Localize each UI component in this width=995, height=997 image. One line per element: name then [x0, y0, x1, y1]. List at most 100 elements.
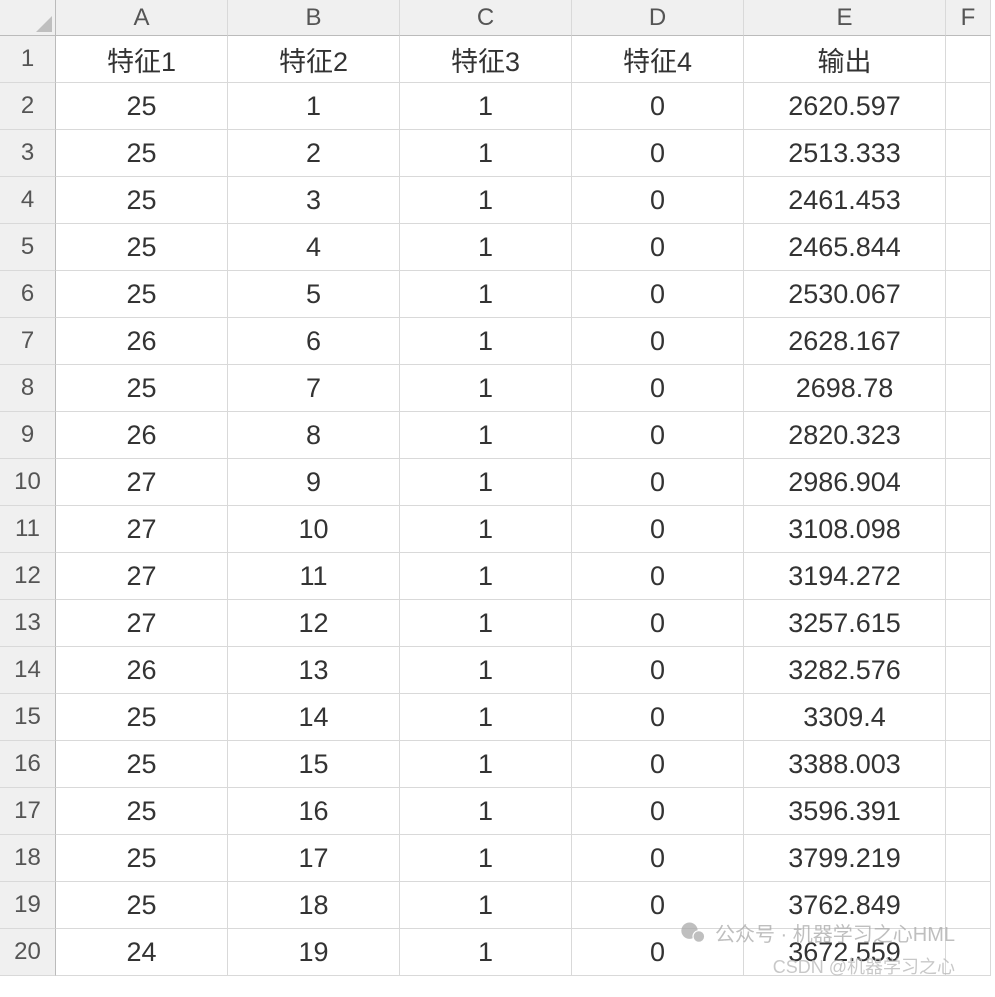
cell-E20[interactable]: 3672.559	[744, 929, 946, 976]
cell-E13[interactable]: 3257.615	[744, 600, 946, 647]
cell-A11[interactable]: 27	[56, 506, 228, 553]
cell-C14[interactable]: 1	[400, 647, 572, 694]
cell-A1[interactable]: 特征1	[56, 36, 228, 83]
column-header-B[interactable]: B	[228, 0, 400, 36]
cell-B10[interactable]: 9	[228, 459, 400, 506]
cell-C8[interactable]: 1	[400, 365, 572, 412]
cell-D4[interactable]: 0	[572, 177, 744, 224]
cell-B14[interactable]: 13	[228, 647, 400, 694]
cell-B3[interactable]: 2	[228, 130, 400, 177]
cell-C6[interactable]: 1	[400, 271, 572, 318]
cell-B7[interactable]: 6	[228, 318, 400, 365]
cell-A9[interactable]: 26	[56, 412, 228, 459]
cell-A12[interactable]: 27	[56, 553, 228, 600]
cell-F10[interactable]	[946, 459, 991, 506]
cell-E14[interactable]: 3282.576	[744, 647, 946, 694]
cell-A15[interactable]: 25	[56, 694, 228, 741]
cell-E7[interactable]: 2628.167	[744, 318, 946, 365]
cell-A6[interactable]: 25	[56, 271, 228, 318]
cell-F2[interactable]	[946, 83, 991, 130]
cell-D11[interactable]: 0	[572, 506, 744, 553]
cell-D14[interactable]: 0	[572, 647, 744, 694]
cell-A2[interactable]: 25	[56, 83, 228, 130]
cell-D13[interactable]: 0	[572, 600, 744, 647]
cell-C2[interactable]: 1	[400, 83, 572, 130]
cell-F11[interactable]	[946, 506, 991, 553]
row-header-7[interactable]: 7	[0, 318, 56, 365]
cell-E4[interactable]: 2461.453	[744, 177, 946, 224]
cell-E12[interactable]: 3194.272	[744, 553, 946, 600]
cell-F20[interactable]	[946, 929, 991, 976]
cell-C12[interactable]: 1	[400, 553, 572, 600]
cell-A16[interactable]: 25	[56, 741, 228, 788]
row-header-9[interactable]: 9	[0, 412, 56, 459]
cell-C17[interactable]: 1	[400, 788, 572, 835]
column-header-C[interactable]: C	[400, 0, 572, 36]
cell-F12[interactable]	[946, 553, 991, 600]
cell-A20[interactable]: 24	[56, 929, 228, 976]
cell-E15[interactable]: 3309.4	[744, 694, 946, 741]
row-header-12[interactable]: 12	[0, 553, 56, 600]
cell-B15[interactable]: 14	[228, 694, 400, 741]
cell-D9[interactable]: 0	[572, 412, 744, 459]
cell-D6[interactable]: 0	[572, 271, 744, 318]
cell-D7[interactable]: 0	[572, 318, 744, 365]
cell-D5[interactable]: 0	[572, 224, 744, 271]
cell-C7[interactable]: 1	[400, 318, 572, 365]
cell-A7[interactable]: 26	[56, 318, 228, 365]
cell-B1[interactable]: 特征2	[228, 36, 400, 83]
cell-E10[interactable]: 2986.904	[744, 459, 946, 506]
cell-D18[interactable]: 0	[572, 835, 744, 882]
cell-A5[interactable]: 25	[56, 224, 228, 271]
cell-C15[interactable]: 1	[400, 694, 572, 741]
cell-B12[interactable]: 11	[228, 553, 400, 600]
cell-D12[interactable]: 0	[572, 553, 744, 600]
cell-B5[interactable]: 4	[228, 224, 400, 271]
row-header-8[interactable]: 8	[0, 365, 56, 412]
cell-E16[interactable]: 3388.003	[744, 741, 946, 788]
select-all-corner[interactable]	[0, 0, 56, 36]
cell-A4[interactable]: 25	[56, 177, 228, 224]
cell-D19[interactable]: 0	[572, 882, 744, 929]
column-header-E[interactable]: E	[744, 0, 946, 36]
cell-C11[interactable]: 1	[400, 506, 572, 553]
cell-F19[interactable]	[946, 882, 991, 929]
cell-D20[interactable]: 0	[572, 929, 744, 976]
cell-A10[interactable]: 27	[56, 459, 228, 506]
cell-F16[interactable]	[946, 741, 991, 788]
cell-E1[interactable]: 输出	[744, 36, 946, 83]
cell-A3[interactable]: 25	[56, 130, 228, 177]
cell-C1[interactable]: 特征3	[400, 36, 572, 83]
cell-D10[interactable]: 0	[572, 459, 744, 506]
cell-E2[interactable]: 2620.597	[744, 83, 946, 130]
cell-A19[interactable]: 25	[56, 882, 228, 929]
row-header-5[interactable]: 5	[0, 224, 56, 271]
cell-D1[interactable]: 特征4	[572, 36, 744, 83]
row-header-11[interactable]: 11	[0, 506, 56, 553]
row-header-4[interactable]: 4	[0, 177, 56, 224]
cell-C16[interactable]: 1	[400, 741, 572, 788]
row-header-2[interactable]: 2	[0, 83, 56, 130]
cell-D17[interactable]: 0	[572, 788, 744, 835]
cell-E18[interactable]: 3799.219	[744, 835, 946, 882]
cell-D15[interactable]: 0	[572, 694, 744, 741]
cell-E5[interactable]: 2465.844	[744, 224, 946, 271]
cell-B19[interactable]: 18	[228, 882, 400, 929]
cell-C19[interactable]: 1	[400, 882, 572, 929]
row-header-16[interactable]: 16	[0, 741, 56, 788]
cell-B18[interactable]: 17	[228, 835, 400, 882]
row-header-13[interactable]: 13	[0, 600, 56, 647]
row-header-19[interactable]: 19	[0, 882, 56, 929]
row-header-6[interactable]: 6	[0, 271, 56, 318]
row-header-1[interactable]: 1	[0, 36, 56, 83]
cell-E3[interactable]: 2513.333	[744, 130, 946, 177]
cell-E9[interactable]: 2820.323	[744, 412, 946, 459]
cell-A18[interactable]: 25	[56, 835, 228, 882]
cell-E6[interactable]: 2530.067	[744, 271, 946, 318]
cell-A13[interactable]: 27	[56, 600, 228, 647]
cell-B6[interactable]: 5	[228, 271, 400, 318]
cell-F5[interactable]	[946, 224, 991, 271]
cell-B11[interactable]: 10	[228, 506, 400, 553]
cell-E19[interactable]: 3762.849	[744, 882, 946, 929]
column-header-A[interactable]: A	[56, 0, 228, 36]
